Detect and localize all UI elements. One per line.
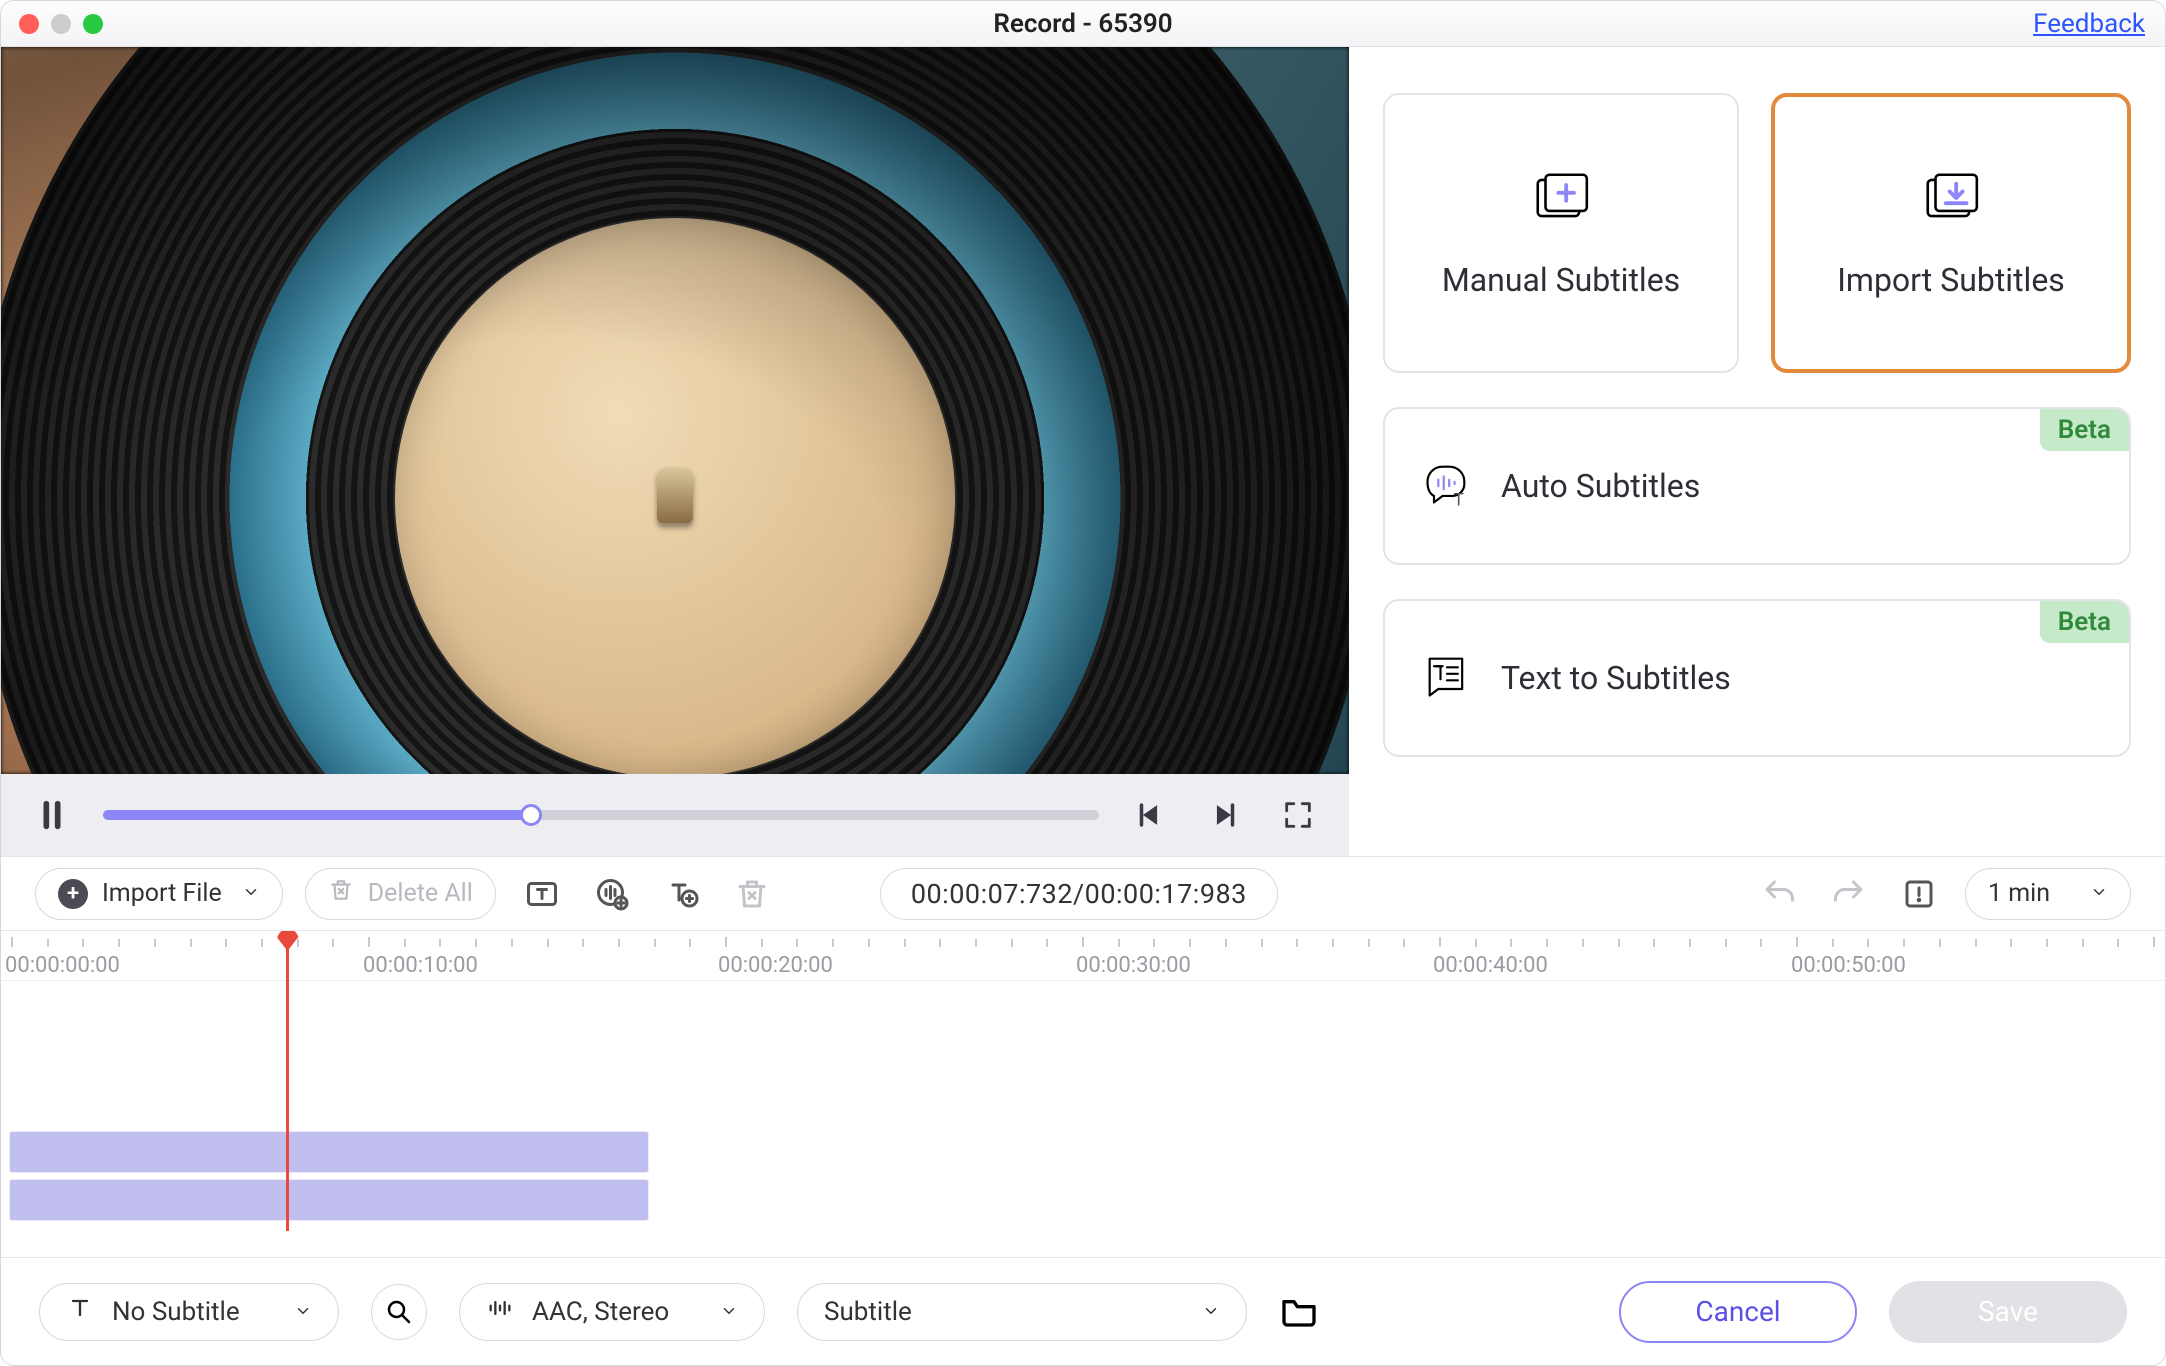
waveform-icon (486, 1294, 514, 1329)
auto-subtitles-card[interactable]: Beta T Auto Subtitles (1383, 407, 2131, 565)
text-document-icon (1421, 650, 1473, 706)
playhead[interactable] (286, 931, 289, 1231)
timecode-display: 00:00:07:732/ 00:00:17:983 (880, 868, 1278, 920)
chevron-down-icon (720, 1297, 738, 1327)
pause-button[interactable] (29, 792, 75, 838)
chevron-down-icon (1202, 1297, 1220, 1327)
subtitle-format-select[interactable]: Subtitle (797, 1283, 1247, 1341)
delete-all-label: Delete All (368, 879, 473, 908)
add-speech-button[interactable] (588, 870, 636, 918)
ruler-label: 00:00:00:00 (5, 953, 120, 978)
zoom-label: 1 min (1988, 879, 2050, 908)
maximize-window-button[interactable] (83, 14, 103, 34)
redo-button[interactable] (1825, 870, 1873, 918)
subtitle-options-panel: Manual Subtitles Import Subtitles Beta T… (1349, 47, 2165, 856)
video-preview[interactable] (1, 47, 1349, 774)
snap-button[interactable] (1895, 870, 1943, 918)
subtitle-format-label: Subtitle (824, 1297, 912, 1327)
clip-audio[interactable] (9, 1179, 649, 1221)
close-window-button[interactable] (19, 14, 39, 34)
delete-track-button[interactable] (728, 870, 776, 918)
clip-video[interactable] (9, 1131, 649, 1173)
add-text-track-button[interactable] (658, 870, 706, 918)
manual-subtitles-label: Manual Subtitles (1442, 261, 1680, 299)
next-button[interactable] (1201, 792, 1247, 838)
ruler-label: 00:00:40:00 (1433, 953, 1548, 978)
add-subtitle-icon (1530, 167, 1592, 233)
undo-button[interactable] (1755, 870, 1803, 918)
ruler-label: 00:00:20:00 (718, 953, 833, 978)
video-player (1, 47, 1349, 856)
import-subtitles-label: Import Subtitles (1837, 261, 2065, 299)
open-folder-button[interactable] (1279, 1290, 1319, 1334)
tracks[interactable] (9, 1131, 2165, 1221)
titlebar: Record - 65390 Feedback (1, 1, 2165, 47)
svg-text:T: T (1454, 491, 1464, 510)
auto-subtitles-label: Auto Subtitles (1501, 467, 1700, 505)
timeline-toolbar: + Import File Delete All 00:00:07:732/ 0… (1, 857, 2165, 931)
speech-to-text-icon: T (1421, 458, 1473, 514)
plus-icon: + (58, 879, 88, 909)
beta-badge: Beta (2040, 601, 2129, 643)
cancel-button[interactable]: Cancel (1619, 1281, 1857, 1343)
timeline[interactable]: 00:00:00:00 00:00:10:00 00:00:20:00 00:00:3… (1, 931, 2165, 1257)
import-subtitles-card[interactable]: Import Subtitles (1771, 93, 2131, 373)
save-button[interactable]: Save (1889, 1281, 2127, 1343)
chevron-down-icon (2090, 879, 2108, 908)
text-icon (66, 1294, 94, 1329)
text-to-subtitles-card[interactable]: Beta Text to Subtitles (1383, 599, 2131, 757)
delete-all-button[interactable]: Delete All (305, 868, 496, 920)
subtitle-track-select[interactable]: No Subtitle (39, 1283, 339, 1341)
player-controls (1, 774, 1349, 856)
ruler-label: 00:00:50:00 (1791, 953, 1906, 978)
trash-icon (328, 877, 354, 910)
manual-subtitles-card[interactable]: Manual Subtitles (1383, 93, 1739, 373)
import-file-label: Import File (102, 879, 222, 908)
beta-badge: Beta (2040, 409, 2129, 451)
chevron-down-icon (294, 1297, 312, 1327)
feedback-link[interactable]: Feedback (2033, 9, 2145, 39)
text-to-subtitles-label: Text to Subtitles (1501, 659, 1731, 697)
ruler-label: 00:00:30:00 (1076, 953, 1191, 978)
import-file-button[interactable]: + Import File (35, 868, 283, 920)
search-button[interactable] (371, 1284, 427, 1340)
bottom-bar: No Subtitle AAC, Stereo Subtitle Cancel … (1, 1257, 2165, 1365)
minimize-window-button[interactable] (51, 14, 71, 34)
add-text-button[interactable] (518, 870, 566, 918)
zoom-select[interactable]: 1 min (1965, 868, 2131, 920)
ruler[interactable]: 00:00:00:00 00:00:10:00 00:00:20:00 00:00:3… (1, 931, 2165, 981)
fullscreen-button[interactable] (1275, 792, 1321, 838)
window-title: Record - 65390 (993, 9, 1172, 39)
progress-slider[interactable] (103, 810, 1099, 820)
ruler-label: 00:00:10:00 (363, 953, 478, 978)
window-controls (19, 14, 103, 34)
chevron-down-icon (242, 879, 260, 908)
audio-track-label: AAC, Stereo (532, 1297, 669, 1327)
subtitle-track-label: No Subtitle (112, 1297, 240, 1327)
import-subtitle-icon (1920, 167, 1982, 233)
audio-track-select[interactable]: AAC, Stereo (459, 1283, 765, 1341)
previous-button[interactable] (1127, 792, 1173, 838)
